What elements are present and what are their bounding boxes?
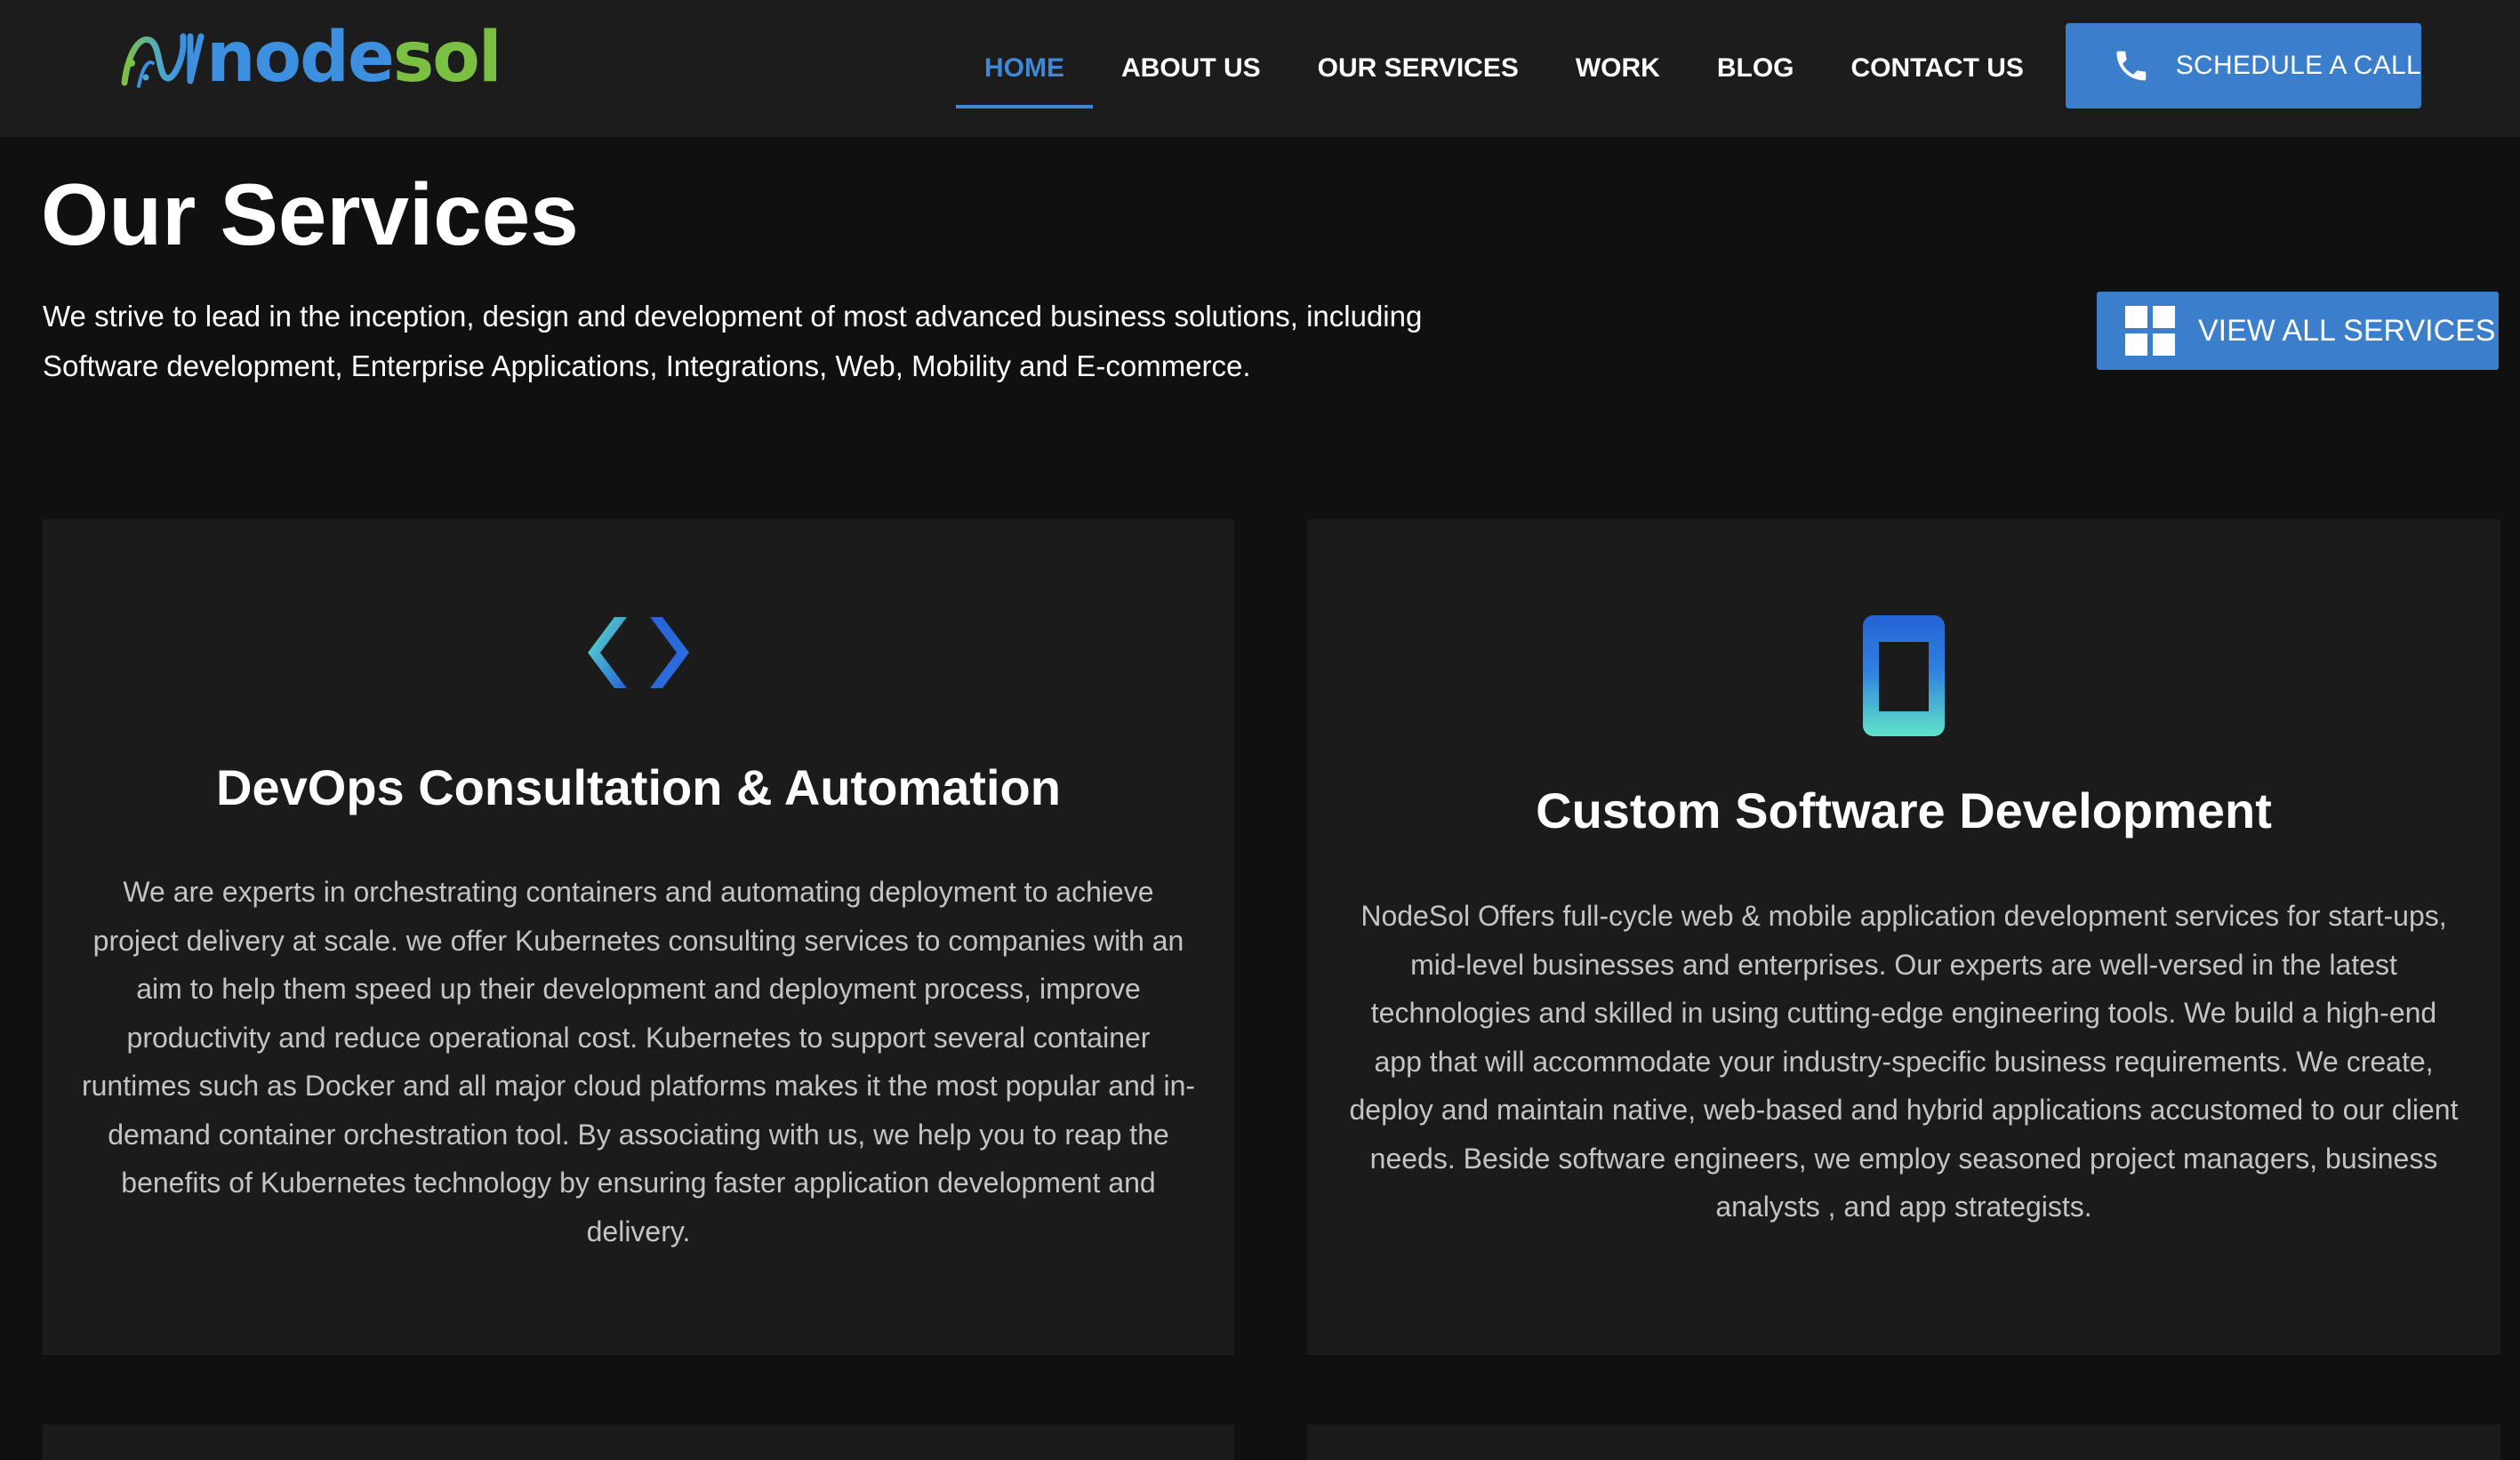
- nav-item-about-us[interactable]: ABOUT US: [1093, 0, 1289, 137]
- nav-item-blog[interactable]: BLOG: [1689, 0, 1823, 137]
- logo-text-sol: sol: [392, 18, 502, 98]
- description-line: project delivery at scale. we offer Kube…: [92, 924, 1184, 957]
- description-line: productivity and reduce operational cost…: [126, 1021, 1151, 1054]
- nodesol-logo[interactable]: nodesol: [119, 23, 502, 98]
- view-all-services-button[interactable]: VIEW ALL SERVICES: [2097, 292, 2499, 370]
- description-line: technologies and skilled in using cuttin…: [1370, 997, 2437, 1029]
- description-line: deploy and maintain native, web-based an…: [1349, 1094, 2459, 1126]
- phone-icon: [2116, 51, 2147, 81]
- description-line: app that will accommodate your industry-…: [1374, 1045, 2434, 1078]
- description-line: We are experts in orchestrating containe…: [123, 876, 1154, 908]
- description-line: analysts , and app strategists.: [1715, 1191, 2092, 1223]
- service-description: NodeSol Offers full-cycle web & mobile a…: [1334, 892, 2474, 1231]
- description-line: delivery.: [586, 1215, 691, 1247]
- logo-wordmark: nodesol: [206, 23, 502, 92]
- nav-item-our-services[interactable]: OUR SERVICES: [1289, 0, 1547, 137]
- service-description: We are experts in orchestrating containe…: [69, 868, 1208, 1255]
- service-card-partial[interactable]: [43, 1424, 1234, 1460]
- description-line: runtimes such as Docker and all major cl…: [81, 1070, 1196, 1102]
- schedule-a-call-label: SCHEDULE A CALL: [2175, 51, 2421, 80]
- service-card-partial[interactable]: [1307, 1424, 2500, 1460]
- main-nav: HOME ABOUT US OUR SERVICES WORK BLOG CON…: [956, 0, 2052, 137]
- page-title: Our Services: [41, 165, 579, 263]
- schedule-a-call-button[interactable]: SCHEDULE A CALL: [2066, 23, 2421, 108]
- service-title: Custom Software Development: [1536, 782, 2272, 838]
- code-icon: [588, 617, 689, 688]
- services-intro: We strive to lead in the inception, desi…: [43, 292, 1492, 391]
- service-title: DevOps Consultation & Automation: [216, 759, 1061, 815]
- description-line: NodeSol Offers full-cycle web & mobile a…: [1360, 900, 2447, 932]
- mobile-phone-icon: [1863, 615, 1945, 736]
- description-line: demand container orchestration tool. By …: [108, 1118, 1169, 1151]
- description-line: needs. Beside software engineers, we emp…: [1369, 1142, 2438, 1175]
- logo-text-node: node: [206, 18, 395, 98]
- service-card-custom-software[interactable]: Custom Software Development NodeSol Offe…: [1307, 519, 2500, 1355]
- logo-mark-icon: [121, 33, 205, 88]
- description-line: benefits of Kubernetes technology by ens…: [121, 1167, 1156, 1199]
- nav-item-home[interactable]: HOME: [956, 0, 1093, 137]
- description-line: aim to help them speed up their developm…: [136, 973, 1141, 1005]
- nav-item-work[interactable]: WORK: [1547, 0, 1689, 137]
- view-all-services-label: VIEW ALL SERVICES: [2198, 313, 2496, 348]
- nav-item-contact-us[interactable]: CONTACT US: [1823, 0, 2052, 137]
- site-header: nodesol HOME ABOUT US OUR SERVICES WORK …: [0, 0, 2520, 137]
- service-card-devops[interactable]: DevOps Consultation & Automation We are …: [43, 519, 1234, 1355]
- intro-line: We strive to lead in the inception, desi…: [43, 300, 1423, 333]
- description-line: mid-level businesses and enterprises. Ou…: [1410, 948, 2397, 981]
- grid-icon: [2125, 306, 2175, 356]
- intro-line: Software development, Enterprise Applica…: [43, 349, 1251, 382]
